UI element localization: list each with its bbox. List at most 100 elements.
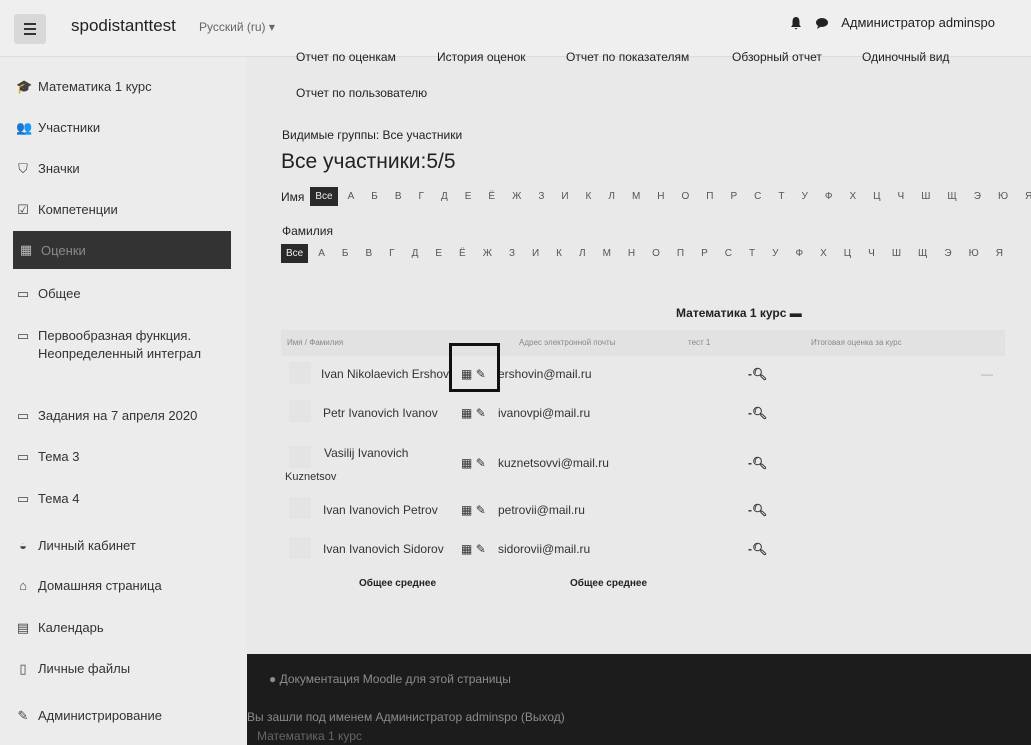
sidebar-item-calendar[interactable]: ▤ Календарь [16,620,231,636]
site-name-link[interactable]: spodistanttest [71,16,176,36]
surname-letter[interactable]: Н [628,248,635,259]
first-name-letter[interactable]: Ч [898,191,905,202]
search-icon[interactable]: 🔍︎ [752,406,767,420]
surname-letter[interactable]: И [532,248,539,259]
surname-letter[interactable]: Э [944,248,951,259]
language-menu[interactable]: Русский (ru) ▾ [199,20,275,34]
surname-letter[interactable]: З [509,248,515,259]
first-name-letter[interactable]: Э [974,191,981,202]
sidebar-item-admin[interactable]: ✎ Администрирование [16,708,231,724]
sidebar-item-files[interactable]: ▯ Личные файлы [16,661,231,677]
sidebar-item-general[interactable]: ▭ Общее [16,286,231,302]
surname-letter[interactable]: Щ [918,248,927,259]
surname-letter[interactable]: Т [749,248,755,259]
sidebar-item-grades[interactable]: ▦ Оценки [13,231,231,269]
collapse-icon[interactable]: ▬ [790,306,802,320]
pencil-icon[interactable]: ✎ [476,503,486,517]
user-menu[interactable]: Администратор adminspo [841,15,995,30]
first-name-letter[interactable]: Г [419,191,424,202]
menu-toggle-button[interactable] [14,14,46,44]
sidebar-item-competencies[interactable]: ☑ Компетенции [16,202,231,218]
tab-grader-report[interactable]: Отчет по оценкам [296,50,396,64]
tab-user-report[interactable]: Отчет по пользователю [296,86,427,100]
first-name-letter[interactable]: Д [441,191,448,202]
first-name-letter[interactable]: Т [778,191,784,202]
tab-grade-history[interactable]: История оценок [437,50,526,64]
table-icon[interactable]: ▦ [461,542,472,556]
surname-letter[interactable]: Б [342,248,349,259]
first-name-letter[interactable]: М [632,191,640,202]
first-name-letter[interactable]: И [561,191,568,202]
chat-bubble-icon[interactable] [815,16,829,30]
column-header-total[interactable]: Итоговая оценка за курс [811,338,902,347]
surname-letter[interactable]: Г [389,248,394,259]
first-name-letter[interactable]: Ф [825,191,833,202]
first-name-letter[interactable]: Х [849,191,856,202]
footer-home-link[interactable]: Математика 1 курс [257,729,362,743]
sidebar-item-section-4[interactable]: ▭ Тема 4 [16,491,231,507]
surname-letter[interactable]: Ж [483,248,492,259]
bell-icon[interactable] [789,16,803,30]
sidebar-item-badges[interactable]: ⛉ Значки [16,161,231,177]
surname-letter[interactable]: В [365,248,372,259]
column-header-email[interactable]: Адрес электронной почты [519,338,615,347]
pencil-icon[interactable]: ✎ [476,456,486,470]
first-name-letter[interactable]: Я [1025,191,1031,202]
first-name-letter[interactable]: А [348,191,355,202]
student-name-link[interactable]: Ivan Ivanovich Sidorov [323,542,444,556]
surname-letter[interactable]: Ё [459,248,466,259]
moodle-docs-link[interactable]: ● Документация Moodle для этой страницы [269,672,511,686]
surname-letter[interactable]: Ш [892,248,901,259]
surname-letter[interactable]: Ч [868,248,875,259]
pencil-icon[interactable]: ✎ [476,406,486,420]
first-name-letter[interactable]: Ё [488,191,495,202]
first-name-letter[interactable]: Р [730,191,737,202]
surname-letter[interactable]: К [556,248,562,259]
surname-letter[interactable]: Я [996,248,1003,259]
grade-cell[interactable]: -🔍︎ [748,456,767,470]
surname-letter[interactable]: Ф [795,248,803,259]
search-icon[interactable]: 🔍︎ [752,456,767,470]
first-name-letter[interactable]: Ю [998,191,1008,202]
sidebar-item-course[interactable]: 🎓 Математика 1 курс [16,79,231,95]
pencil-icon[interactable]: ✎ [476,542,486,556]
sidebar-item-home[interactable]: ⌂ Домашняя страница [16,578,231,593]
first-name-letter[interactable]: С [754,191,761,202]
tab-single-view[interactable]: Одиночный вид [862,50,949,64]
first-name-letter[interactable]: К [586,191,592,202]
surname-letter[interactable]: С [725,248,732,259]
first-name-letter[interactable]: Л [608,191,615,202]
surname-letter[interactable]: О [652,248,660,259]
student-name-link[interactable]: Ivan Nikolaevich Ershov [321,367,449,381]
table-icon[interactable]: ▦ [461,456,472,470]
sidebar-item-participants[interactable]: 👥 Участники [16,120,231,136]
grade-cell[interactable]: -🔍︎ [748,542,767,556]
first-name-letter[interactable]: У [802,191,808,202]
surname-letter[interactable]: Е [435,248,442,259]
search-icon[interactable]: 🔍︎ [752,542,767,556]
column-header-item[interactable]: тест 1 [688,338,710,347]
sidebar-item-section-1[interactable]: ▭ Первообразная функция. Неопределенный и… [16,327,231,363]
first-name-all-button[interactable]: Все [310,187,338,206]
table-icon[interactable]: ▦ [461,503,472,517]
first-name-letter[interactable]: Н [657,191,664,202]
tab-outcomes-report[interactable]: Отчет по показателям [566,50,689,64]
first-name-letter[interactable]: О [682,191,690,202]
surname-letter[interactable]: Р [701,248,708,259]
surname-letter[interactable]: А [318,248,325,259]
search-icon[interactable]: 🔍︎ [752,367,767,381]
sidebar-item-section-3[interactable]: ▭ Тема 3 [16,449,231,465]
sidebar-item-section-2[interactable]: ▭ Задания на 7 апреля 2020 [16,408,231,424]
search-icon[interactable]: 🔍︎ [752,503,767,517]
first-name-letter[interactable]: Щ [947,191,956,202]
first-name-letter[interactable]: П [706,191,713,202]
column-header-name[interactable]: Имя / Фамилия [287,338,343,347]
student-name-link[interactable]: Petr Ivanovich Ivanov [323,406,438,420]
surname-letter[interactable]: П [677,248,684,259]
student-name-link[interactable]: Ivan Ivanovich Petrov [323,503,438,517]
grade-cell[interactable]: -🔍︎ [748,503,767,517]
surname-all-button[interactable]: Все [281,244,309,263]
first-name-letter[interactable]: Ш [921,191,930,202]
first-name-letter[interactable]: Ж [512,191,521,202]
surname-letter[interactable]: Ц [844,248,851,259]
